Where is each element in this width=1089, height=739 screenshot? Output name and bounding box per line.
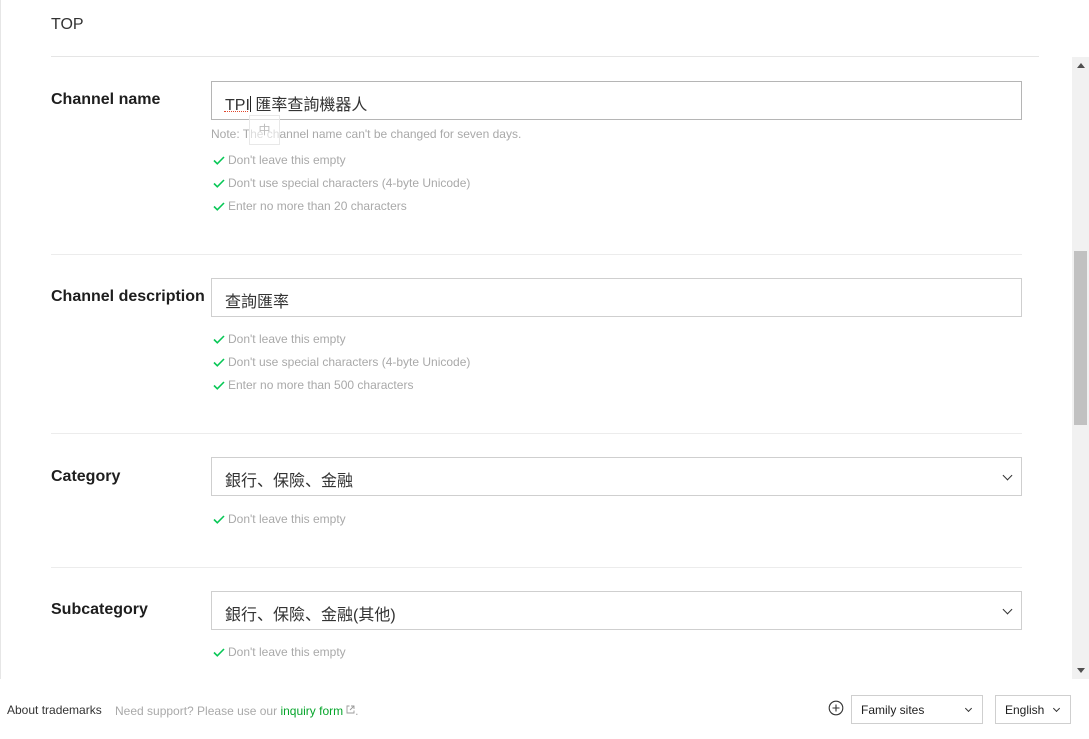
family-sites-select[interactable]: Family sites (851, 695, 983, 724)
scroll-down-arrow-icon[interactable] (1072, 662, 1089, 679)
section-divider (51, 433, 1022, 434)
channel-name-check-1: Don't leave this empty (213, 152, 346, 168)
check-icon (213, 647, 225, 657)
check-icon (213, 334, 225, 344)
spellcheck-underline (224, 109, 248, 112)
channel-description-input[interactable]: 查詢匯率 (211, 278, 1022, 317)
category-check-1: Don't leave this empty (213, 511, 346, 527)
check-icon (213, 514, 225, 524)
breadcrumb-top[interactable]: TOP (51, 16, 84, 34)
vertical-scrollbar[interactable] (1072, 57, 1089, 679)
category-select[interactable]: 銀行、保險、金融 (211, 457, 1022, 496)
channel-description-value: 查詢匯率 (225, 294, 290, 311)
external-link-icon (346, 705, 355, 714)
channel-description-label: Channel description (51, 288, 205, 305)
category-label: Category (51, 468, 121, 485)
add-circle-icon[interactable] (828, 700, 844, 716)
page-footer: About trademarks Need support? Please us… (0, 679, 1089, 739)
support-text: Need support? Please use our inquiry for… (115, 704, 359, 718)
check-icon (213, 201, 225, 211)
channel-name-check-3: Enter no more than 20 characters (213, 198, 407, 214)
chevron-down-icon (1052, 704, 1061, 713)
check-icon (213, 357, 225, 367)
scroll-up-arrow-icon[interactable] (1072, 57, 1089, 74)
channel-name-check-2: Don't use special characters (4-byte Uni… (213, 175, 470, 191)
page-left-border (0, 0, 1, 679)
channel-description-check-2: Don't use special characters (4-byte Uni… (213, 354, 470, 370)
chevron-down-icon (1002, 604, 1013, 615)
language-select[interactable]: English (995, 695, 1071, 724)
check-icon (213, 380, 225, 390)
section-divider (51, 254, 1022, 255)
category-value: 銀行、保險、金融 (225, 473, 354, 490)
section-divider (51, 567, 1022, 568)
chevron-down-icon (1002, 470, 1013, 481)
subcategory-label: Subcategory (51, 601, 148, 618)
check-icon (213, 178, 225, 188)
subcategory-select[interactable]: 銀行、保險、金融(其他) (211, 591, 1022, 630)
ime-mode-indicator: 中 (249, 115, 280, 145)
channel-name-label: Channel name (51, 91, 161, 108)
channel-description-check-3: Enter no more than 500 characters (213, 377, 413, 393)
subcategory-value: 銀行、保險、金融(其他) (225, 607, 396, 624)
channel-name-input[interactable]: TPI 匯率查詢機器人 (211, 81, 1022, 120)
chevron-down-icon (964, 704, 973, 713)
scrollbar-thumb[interactable] (1074, 251, 1087, 425)
about-trademarks-link[interactable]: About trademarks (7, 703, 102, 717)
inquiry-form-link[interactable]: inquiry form (280, 704, 343, 718)
channel-description-check-1: Don't leave this empty (213, 331, 346, 347)
check-icon (213, 155, 225, 165)
header-divider (51, 56, 1039, 57)
subcategory-check-1: Don't leave this empty (213, 644, 346, 660)
